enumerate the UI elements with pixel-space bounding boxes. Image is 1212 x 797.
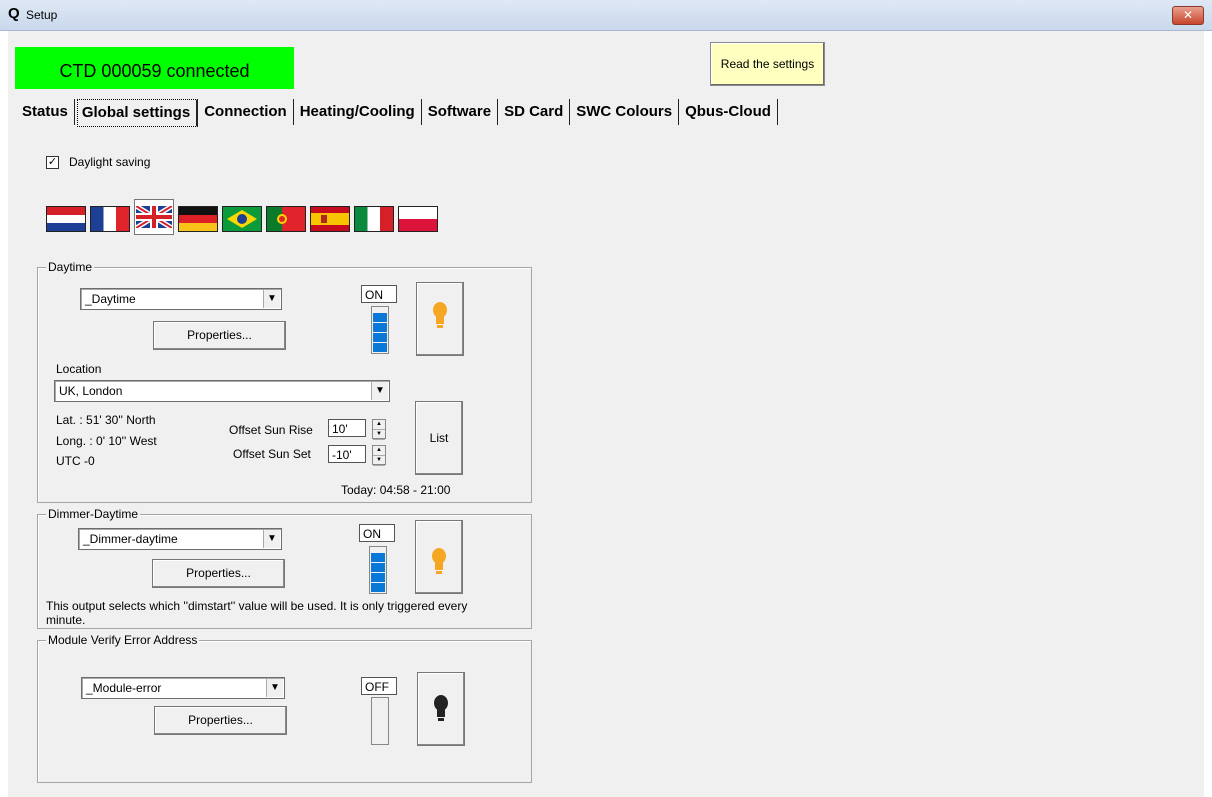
daylight-saving-checkbox[interactable]: ✓ [46, 155, 59, 169]
longitude-text: Long. : 0' 10'' West [56, 434, 157, 448]
lightbulb-on-icon [433, 302, 447, 328]
read-settings-button[interactable]: Read the settings [710, 42, 825, 86]
module-error-select[interactable]: _Module-error ▼ [81, 677, 285, 699]
module-error-level-indicator [371, 697, 389, 745]
close-button[interactable]: ✕ [1172, 6, 1204, 25]
dimmer-daytime-select[interactable]: _Dimmer-daytime ▼ [78, 528, 282, 550]
flag-netherlands-icon[interactable] [46, 206, 86, 232]
module-error-properties-button[interactable]: Properties... [154, 706, 287, 735]
today-sun-times: Today: 04:58 - 21:00 [341, 483, 451, 497]
daylight-saving-row[interactable]: ✓ Daylight saving [46, 155, 150, 169]
tab-status[interactable]: Status [18, 99, 75, 125]
latitude-text: Lat. : 51' 30'' North [56, 413, 156, 427]
flag-spain-icon[interactable] [310, 206, 350, 232]
title-bar: Q Setup ✕ [0, 0, 1212, 31]
tab-qbus-cloud[interactable]: Qbus-Cloud [681, 99, 778, 125]
dimmer-daytime-level-indicator [369, 546, 387, 594]
tab-sd-card[interactable]: SD Card [500, 99, 571, 125]
chevron-down-icon[interactable]: ▼ [266, 679, 283, 697]
offset-sunset-spinner[interactable]: ▲ ▼ [372, 445, 386, 466]
utc-text: UTC -0 [56, 454, 95, 468]
daytime-properties-button[interactable]: Properties... [153, 321, 286, 350]
dimmer-daytime-bulb-button[interactable] [415, 520, 463, 594]
tab-connection[interactable]: Connection [200, 99, 294, 125]
daytime-legend: Daytime [46, 260, 95, 274]
tab-software[interactable]: Software [424, 99, 499, 125]
dimmer-daytime-state: ON [359, 524, 395, 542]
daytime-level-indicator [371, 306, 389, 354]
dimmer-daytime-note-line2: minute. [46, 613, 86, 627]
chevron-down-icon[interactable]: ▼ [263, 530, 280, 548]
offset-sunrise-label: Offset Sun Rise [229, 423, 313, 437]
dimmer-daytime-legend: Dimmer-Daytime [46, 507, 140, 521]
location-label: Location [56, 362, 102, 376]
location-list-button[interactable]: List [415, 401, 463, 475]
location-select-value: UK, London [59, 384, 123, 398]
window-title: Setup [26, 8, 58, 22]
language-flags [46, 199, 442, 235]
tab-bar: Status Global settings Connection Heatin… [18, 99, 780, 127]
dimmer-daytime-properties-button[interactable]: Properties... [152, 559, 285, 588]
daytime-state: ON [361, 285, 397, 303]
tab-global-settings[interactable]: Global settings [76, 99, 199, 127]
daytime-select-value: _Daytime [85, 292, 136, 306]
app-icon: Q [8, 5, 20, 22]
dimmer-daytime-select-value: _Dimmer-daytime [83, 532, 178, 546]
flag-france-icon[interactable] [90, 206, 130, 232]
daylight-saving-label: Daylight saving [69, 155, 151, 169]
module-error-select-value: _Module-error [86, 681, 162, 695]
flag-brazil-icon[interactable] [222, 206, 262, 232]
lightbulb-on-icon [432, 548, 446, 574]
tab-heating-cooling[interactable]: Heating/Cooling [296, 99, 422, 125]
module-error-bulb-button[interactable] [417, 672, 465, 746]
lightbulb-off-icon [434, 695, 448, 721]
location-select[interactable]: UK, London ▼ [54, 380, 390, 402]
daytime-bulb-button[interactable] [416, 282, 464, 356]
chevron-down-icon[interactable]: ▼ [263, 290, 280, 308]
module-error-state: OFF [361, 677, 397, 695]
flag-italy-icon[interactable] [354, 206, 394, 232]
offset-sunrise-spinner[interactable]: ▲ ▼ [372, 419, 386, 440]
module-error-legend: Module Verify Error Address [46, 633, 200, 647]
flag-portugal-icon[interactable] [266, 206, 306, 232]
tab-swc-colours[interactable]: SWC Colours [572, 99, 680, 125]
flag-germany-icon[interactable] [178, 206, 218, 232]
offset-sunset-input[interactable]: -10' [328, 445, 366, 463]
flag-uk-icon[interactable] [134, 199, 174, 235]
daytime-select[interactable]: _Daytime ▼ [80, 288, 282, 310]
offset-sunrise-input[interactable]: 10' [328, 419, 366, 437]
chevron-down-icon[interactable]: ▼ [371, 382, 388, 400]
flag-poland-icon[interactable] [398, 206, 438, 232]
connection-status-badge: CTD 000059 connected [15, 47, 294, 89]
dimmer-daytime-note: This output selects which ''dimstart'' v… [46, 599, 468, 613]
offset-sunset-label: Offset Sun Set [233, 447, 311, 461]
